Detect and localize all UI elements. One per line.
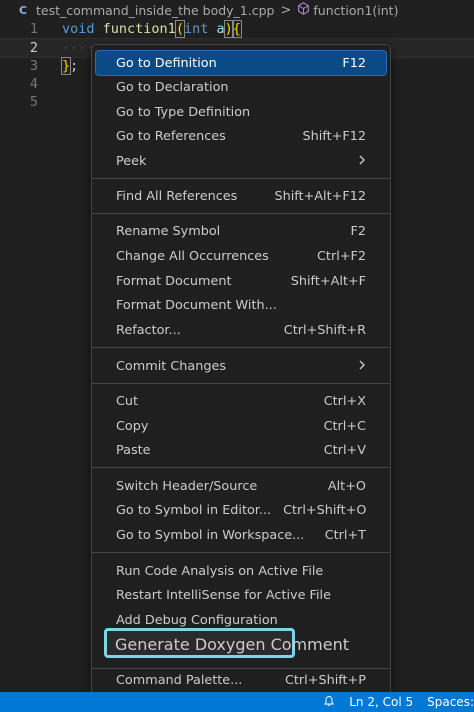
menu-item-format-document[interactable]: Format Document Shift+Alt+F — [96, 269, 386, 293]
menu-item-rename-symbol[interactable]: Rename Symbol F2 — [96, 219, 386, 243]
cpp-file-icon: C — [18, 3, 28, 17]
menu-item-go-to-references[interactable]: Go to References Shift+F12 — [96, 124, 386, 148]
code-text[interactable]: }; — [60, 57, 78, 75]
menu-item-find-all-references[interactable]: Find All References Shift+Alt+F12 — [96, 184, 386, 208]
menu-item-restart-intellisense[interactable]: Restart IntelliSense for Active File — [96, 583, 386, 607]
line-number: 4 — [29, 76, 38, 92]
code-text[interactable]: void function1(int a){ — [62, 20, 242, 39]
menu-item-generate-doxygen-comment[interactable]: Generate Doxygen Comment — [95, 632, 387, 656]
menu-item-peek[interactable]: Peek — [96, 149, 386, 173]
menu-item-go-to-type-definition[interactable]: Go to Type Definition — [96, 100, 386, 124]
menu-item-go-to-symbol-in-editor[interactable]: Go to Symbol in Editor... Ctrl+Shift+O — [96, 498, 386, 522]
status-bar: Ln 2, Col 5 Spaces: — [0, 692, 474, 712]
symbol-method-icon — [297, 1, 310, 19]
chevron-right-icon — [358, 358, 366, 374]
breadcrumb: C test_command_inside_the body_1.cpp > f… — [0, 0, 474, 20]
menu-item-run-code-analysis[interactable]: Run Code Analysis on Active File — [96, 559, 386, 583]
line-number: 1 — [29, 21, 38, 37]
menu-separator — [92, 178, 390, 179]
menu-separator — [92, 467, 390, 468]
editor-line[interactable]: 1 void function1(int a){ — [0, 20, 474, 39]
whitespace-dots: ···· — [62, 40, 95, 56]
menu-item-command-palette[interactable]: Command Palette... Ctrl+Shift+P — [96, 668, 386, 692]
menu-separator — [92, 213, 390, 214]
menu-item-go-to-symbol-in-workspace[interactable]: Go to Symbol in Workspace... Ctrl+T — [96, 523, 386, 547]
breadcrumb-separator: > — [280, 2, 292, 18]
bell-icon[interactable] — [323, 695, 335, 710]
menu-separator — [92, 383, 390, 384]
line-number: 2 — [29, 40, 38, 56]
line-number: 3 — [29, 58, 38, 74]
context-menu: Go to Definition F12 Go to Declaration G… — [91, 44, 391, 699]
menu-item-go-to-definition[interactable]: Go to Definition F12 — [95, 50, 387, 76]
indentation-status[interactable]: Spaces: — [427, 695, 474, 709]
menu-item-format-document-with[interactable]: Format Document With... — [96, 293, 386, 317]
chevron-right-icon — [358, 153, 366, 169]
line-number: 5 — [29, 94, 38, 110]
menu-item-cut[interactable]: Cut Ctrl+X — [96, 389, 386, 413]
cursor-position[interactable]: Ln 2, Col 5 — [349, 695, 413, 709]
menu-item-switch-header-source[interactable]: Switch Header/Source Alt+O — [96, 474, 386, 498]
menu-item-refactor[interactable]: Refactor... Ctrl+Shift+R — [96, 318, 386, 342]
menu-item-commit-changes[interactable]: Commit Changes — [96, 354, 386, 378]
menu-item-go-to-declaration[interactable]: Go to Declaration — [96, 75, 386, 99]
breadcrumb-file[interactable]: test_command_inside_the body_1.cpp — [36, 3, 274, 18]
menu-item-copy[interactable]: Copy Ctrl+C — [96, 414, 386, 438]
menu-separator — [92, 347, 390, 348]
breadcrumb-symbol[interactable]: function1(int) — [313, 3, 398, 18]
menu-item-change-all-occurrences[interactable]: Change All Occurrences Ctrl+F2 — [96, 244, 386, 268]
menu-separator — [92, 552, 390, 553]
menu-item-paste[interactable]: Paste Ctrl+V — [96, 438, 386, 462]
